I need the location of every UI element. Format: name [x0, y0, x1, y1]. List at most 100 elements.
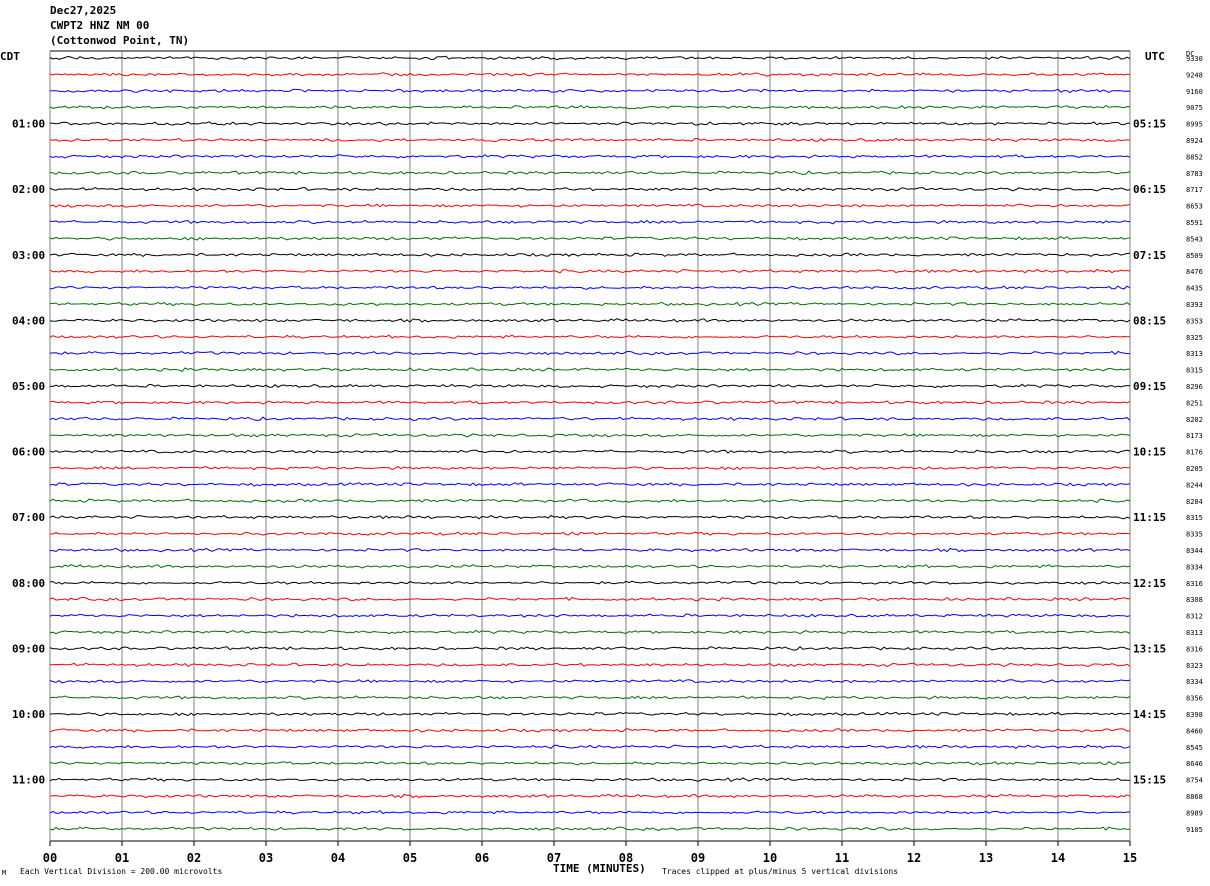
- seismic-trace: [49, 203, 1131, 208]
- utc-time-label: 12:15: [1133, 577, 1166, 590]
- seismic-trace: [49, 252, 1131, 258]
- dc-offset-label: 8995: [1186, 121, 1203, 129]
- utc-time-label: 11:15: [1133, 511, 1166, 524]
- x-tick-label: 06: [475, 851, 489, 865]
- dc-offset-label: 9075: [1186, 104, 1203, 112]
- seismic-trace: [49, 121, 1131, 126]
- dc-offset-label: 8315: [1186, 514, 1203, 522]
- seismic-trace: [49, 793, 1131, 799]
- seismic-trace: [49, 219, 1131, 225]
- clip-note: Traces clipped at plus/minus 5 vertical …: [662, 867, 899, 876]
- dc-offset-label: 9105: [1186, 826, 1203, 834]
- seismic-trace: [49, 777, 1131, 783]
- dc-offset-label: 8868: [1186, 793, 1203, 801]
- seismic-trace: [49, 301, 1131, 307]
- seismic-trace: [49, 498, 1131, 503]
- dc-offset-label: 8344: [1186, 547, 1203, 555]
- dc-offset-label: 8323: [1186, 662, 1203, 670]
- dc-offset-label: 8173: [1186, 432, 1203, 440]
- dc-offset-label: 8591: [1186, 219, 1203, 227]
- seismic-trace: [49, 613, 1131, 618]
- x-tick-label: 05: [403, 851, 417, 865]
- dc-offset-label: 8754: [1186, 777, 1203, 785]
- cdt-time-label: 03:00: [12, 249, 45, 262]
- utc-time-label: 05:15: [1133, 118, 1166, 131]
- seismic-trace: [49, 744, 1131, 750]
- x-tick-label: 14: [1051, 851, 1065, 865]
- dc-offset-label: 8313: [1186, 350, 1203, 358]
- scale-note: Each Vertical Division = 200.00 microvol…: [20, 867, 223, 876]
- utc-time-label: 14:15: [1133, 708, 1166, 721]
- x-tick-label: 11: [835, 851, 849, 865]
- seismic-trace: [49, 350, 1130, 356]
- seismic-trace: [49, 318, 1131, 323]
- dc-offset-label: 9248: [1186, 71, 1203, 79]
- dc-offset-label: 8989: [1186, 809, 1203, 817]
- utc-time-label: 09:15: [1133, 380, 1166, 393]
- dc-offset-label: 8353: [1186, 317, 1203, 325]
- seismic-trace: [49, 761, 1131, 766]
- seismic-trace: [49, 367, 1130, 372]
- seismic-trace: [49, 596, 1131, 602]
- seismic-trace: [49, 154, 1131, 159]
- seismic-trace: [49, 416, 1131, 422]
- dc-offset-label: 8315: [1186, 367, 1203, 375]
- x-tick-label: 04: [331, 851, 345, 865]
- seismic-trace: [49, 679, 1131, 684]
- x-axis-title: TIME (MINUTES): [553, 862, 646, 875]
- cdt-time-label: 09:00: [12, 642, 45, 655]
- utc-time-label: 10:15: [1133, 446, 1166, 459]
- seismic-trace: [49, 137, 1131, 143]
- dc-offset-label: 8334: [1186, 678, 1203, 686]
- seismic-trace: [49, 662, 1131, 668]
- dc-offset-label: 8308: [1186, 596, 1203, 604]
- seismic-trace: [49, 711, 1131, 717]
- cdt-time-label: 10:00: [12, 708, 45, 721]
- seismic-trace: [49, 400, 1131, 405]
- cdt-time-label: 01:00: [12, 118, 45, 131]
- seismic-trace: [49, 514, 1131, 520]
- x-tick-label: 02: [187, 851, 201, 865]
- dc-offset-label: 8284: [1186, 498, 1203, 506]
- dc-offset-label: 8251: [1186, 399, 1203, 407]
- dc-offset-label: 8356: [1186, 695, 1203, 703]
- seismic-trace: [49, 55, 1131, 61]
- seismic-trace: [50, 531, 1131, 536]
- utc-time-label: 13:15: [1133, 642, 1166, 655]
- dc-offset-label: 8316: [1186, 645, 1203, 653]
- seismic-trace: [49, 285, 1131, 290]
- dc-offset-label: 8852: [1186, 153, 1203, 161]
- x-tick-label: 03: [259, 851, 273, 865]
- seismic-trace: [49, 695, 1131, 700]
- dc-offset-label: 8296: [1186, 383, 1203, 391]
- seismic-trace: [49, 268, 1131, 274]
- seismic-trace: [49, 236, 1131, 241]
- dc-offset-label: 8653: [1186, 203, 1203, 211]
- x-tick-label: 10: [763, 851, 777, 865]
- seismic-trace: [49, 187, 1131, 192]
- dc-offset-label: 8543: [1186, 235, 1203, 243]
- dc-offset-label: 9160: [1186, 88, 1203, 96]
- seismic-trace: [49, 547, 1131, 553]
- helicorder-plot: 00 01 02 03 04 05 06 07 08 09 10 11 12 13 14 1593309248…: [12, 50, 1203, 865]
- dc-offset-label: 8717: [1186, 186, 1203, 194]
- cdt-time-label: 08:00: [12, 577, 45, 590]
- dc-offset-label: 8176: [1186, 449, 1203, 457]
- dc-offset-label: 9330: [1186, 55, 1203, 63]
- dc-offset-label: 8244: [1186, 481, 1203, 489]
- seismic-trace: [49, 810, 1131, 815]
- x-tick-label: 13: [979, 851, 993, 865]
- seismic-trace: [49, 580, 1131, 585]
- utc-time-label: 15:15: [1133, 774, 1166, 787]
- dc-offset-label: 8435: [1186, 285, 1203, 293]
- x-tick-label: 09: [691, 851, 705, 865]
- cdt-time-label: 06:00: [12, 446, 45, 459]
- dc-offset-label: 8313: [1186, 629, 1203, 637]
- dc-offset-label: 8646: [1186, 760, 1203, 768]
- dc-offset-label: 8202: [1186, 416, 1203, 424]
- seismic-trace: [49, 104, 1131, 110]
- dc-offset-label: 8545: [1186, 744, 1203, 752]
- dc-offset-label: 8335: [1186, 531, 1203, 539]
- dc-offset-label: 8334: [1186, 563, 1203, 571]
- dc-offset-label: 8398: [1186, 711, 1203, 719]
